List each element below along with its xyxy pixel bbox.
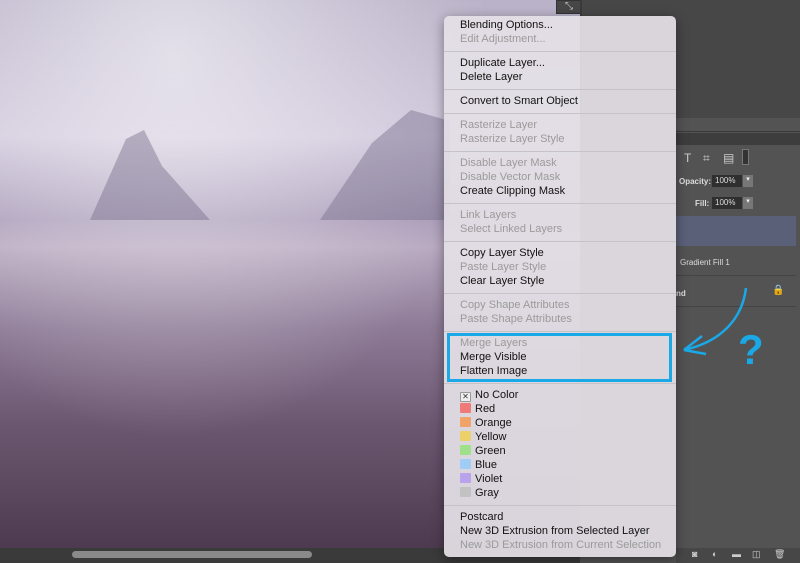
- menu-item-label: Gray: [475, 487, 499, 499]
- new-layer-icon[interactable]: ◫: [752, 549, 761, 560]
- menu-item-label: New 3D Extrusion from Current Selection: [460, 539, 662, 551]
- menu-item-label: Paste Layer Style: [460, 261, 547, 273]
- type-filter-icon[interactable]: T: [684, 151, 691, 165]
- menu-item-label: Yellow: [475, 431, 507, 443]
- menu-item-copy-shape-attributes: Copy Shape Attributes: [444, 298, 676, 312]
- menu-item-blending-options[interactable]: Blending Options...: [444, 18, 676, 32]
- menu-item-no-color[interactable]: ✕ No Color: [444, 388, 676, 402]
- menu-item-label: New 3D Extrusion from Selected Layer: [460, 525, 650, 537]
- menu-item-postcard[interactable]: Postcard: [444, 510, 676, 524]
- menu-item-select-linked-layers: Select Linked Layers: [444, 222, 676, 236]
- fill-dropdown[interactable]: ▾: [743, 197, 753, 209]
- menu-item-create-clipping-mask[interactable]: Create Clipping Mask: [444, 184, 676, 198]
- menu-item-violet[interactable]: Violet: [444, 472, 676, 486]
- menu-item-clear-layer-style[interactable]: Clear Layer Style: [444, 274, 676, 288]
- menu-item-label: Link Layers: [460, 209, 517, 221]
- menu-item-new-3d-extrusion-from-current-selection: New 3D Extrusion from Current Selection: [444, 538, 676, 552]
- menu-item-label: Copy Shape Attributes: [460, 299, 570, 311]
- menu-item-label: Rasterize Layer Style: [460, 133, 565, 145]
- smart-object-filter-icon[interactable]: ▤: [723, 151, 734, 165]
- menu-item-edit-adjustment: Edit Adjustment...: [444, 32, 676, 46]
- question-mark-annotation: ?: [738, 326, 764, 373]
- color-swatch: [460, 417, 471, 427]
- highlight-box-annotation: [447, 333, 672, 382]
- menu-item-gray[interactable]: Gray: [444, 486, 676, 500]
- folder-icon[interactable]: ▬: [732, 549, 741, 559]
- menu-item-label: Paste Shape Attributes: [460, 313, 572, 325]
- menu-item-label: Create Clipping Mask: [460, 185, 566, 197]
- menu-item-blue[interactable]: Blue: [444, 458, 676, 472]
- color-swatch: [460, 431, 471, 441]
- menu-separator: [444, 146, 676, 156]
- menu-item-label: Orange: [475, 417, 512, 429]
- menu-item-label: Disable Layer Mask: [460, 157, 557, 169]
- menu-separator: [444, 198, 676, 208]
- tool-icon[interactable]: ⤡: [556, 0, 582, 14]
- menu-item-delete-layer[interactable]: Delete Layer: [444, 70, 676, 84]
- menu-separator: [444, 236, 676, 246]
- menu-item-red[interactable]: Red: [444, 402, 676, 416]
- menu-item-paste-shape-attributes: Paste Shape Attributes: [444, 312, 676, 326]
- menu-item-label: No Color: [475, 389, 519, 401]
- menu-item-label: Red: [475, 403, 496, 415]
- menu-separator: [444, 46, 676, 56]
- menu-item-duplicate-layer[interactable]: Duplicate Layer...: [444, 56, 676, 70]
- color-swatch: [460, 445, 471, 455]
- menu-item-new-3d-extrusion-from-selected-layer[interactable]: New 3D Extrusion from Selected Layer: [444, 524, 676, 538]
- menu-item-label: Copy Layer Style: [460, 247, 544, 259]
- menu-item-label: Blending Options...: [460, 19, 553, 31]
- menu-item-label: Select Linked Layers: [460, 223, 563, 235]
- menu-separator: [444, 500, 676, 510]
- color-swatch: [460, 487, 471, 497]
- menu-item-yellow[interactable]: Yellow: [444, 430, 676, 444]
- panel-header: [676, 118, 800, 132]
- menu-item-disable-layer-mask: Disable Layer Mask: [444, 156, 676, 170]
- menu-item-label: Convert to Smart Object: [460, 95, 578, 107]
- menu-item-orange[interactable]: Orange: [444, 416, 676, 430]
- layer-row[interactable]: Gradient Fill 1: [676, 246, 796, 276]
- shape-filter-icon[interactable]: ⌗: [703, 151, 710, 166]
- menu-separator: [444, 108, 676, 118]
- menu-item-label: Disable Vector Mask: [460, 171, 561, 183]
- menu-item-label: Green: [475, 445, 506, 457]
- menu-separator: [444, 288, 676, 298]
- layer-row-selected[interactable]: [676, 216, 796, 246]
- layer-context-menu: Blending Options... Edit Adjustment... Dup…: [444, 16, 676, 557]
- menu-item-label: Rasterize Layer: [460, 119, 538, 131]
- menu-item-green[interactable]: Green: [444, 444, 676, 458]
- mask-icon[interactable]: ◙: [692, 549, 697, 559]
- lock-icon: 🔒: [772, 285, 785, 296]
- menu-item-label: Clear Layer Style: [460, 275, 545, 287]
- menu-item-copy-layer-style[interactable]: Copy Layer Style: [444, 246, 676, 260]
- menu-item-rasterize-layer-style: Rasterize Layer Style: [444, 132, 676, 146]
- color-swatch: [460, 403, 471, 413]
- no-color-x-icon: ✕: [460, 392, 471, 402]
- menu-item-label: Blue: [475, 459, 498, 471]
- menu-separator: [444, 84, 676, 94]
- menu-item-label: Postcard: [460, 511, 504, 523]
- menu-item-label: Delete Layer: [460, 71, 523, 83]
- opacity-field[interactable]: 100%: [712, 175, 742, 187]
- trash-icon[interactable]: 🗑: [774, 549, 785, 560]
- menu-item-label: Duplicate Layer...: [460, 57, 545, 69]
- fill-field[interactable]: 100%: [712, 197, 742, 209]
- color-swatch: [460, 459, 471, 469]
- menu-item-rasterize-layer: Rasterize Layer: [444, 118, 676, 132]
- menu-item-link-layers: Link Layers: [444, 208, 676, 222]
- scrollbar-thumb[interactable]: [72, 551, 312, 558]
- opacity-dropdown[interactable]: ▾: [743, 175, 753, 187]
- menu-item-convert-to-smart-object[interactable]: Convert to Smart Object: [444, 94, 676, 108]
- menu-item-label: Edit Adjustment...: [460, 33, 546, 45]
- panel-tabs: [676, 133, 800, 145]
- menu-item-disable-vector-mask: Disable Vector Mask: [444, 170, 676, 184]
- color-swatch: [460, 473, 471, 483]
- layers-bottom-bar: ◙ ◐ ▬ ◫ 🗑: [676, 548, 800, 563]
- adjustment-icon[interactable]: ◐: [712, 549, 717, 559]
- menu-item-paste-layer-style: Paste Layer Style: [444, 260, 676, 274]
- menu-item-label: Violet: [475, 473, 503, 485]
- filter-toggle[interactable]: [742, 149, 749, 165]
